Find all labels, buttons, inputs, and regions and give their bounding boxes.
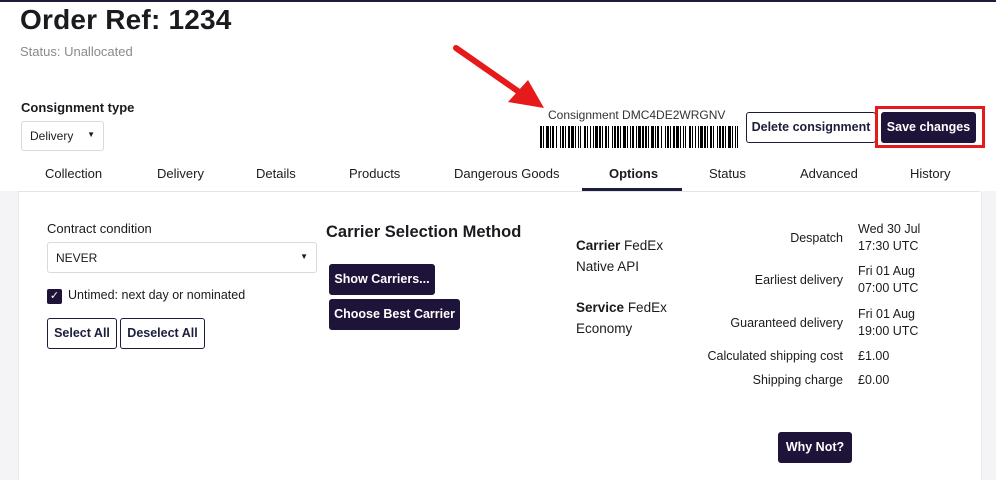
tab-products[interactable]: Products — [349, 166, 400, 181]
earliest-delivery-value: Fri 01 Aug 07:00 UTC — [858, 263, 918, 297]
service-info: Service FedEx Economy — [576, 297, 691, 339]
save-changes-button[interactable]: Save changes — [881, 112, 976, 143]
untimed-checkbox[interactable]: ✓ — [47, 289, 62, 304]
tab-history[interactable]: History — [910, 166, 950, 181]
carrier-info: Carrier FedEx Native API — [576, 235, 691, 277]
despatch-date: Wed 30 Jul — [858, 222, 921, 236]
caret-down-icon: ▼ — [87, 130, 95, 139]
consignment-id-label: Consignment DMC4DE2WRGNV — [548, 108, 726, 122]
service-label: Service — [576, 300, 625, 315]
select-all-button[interactable]: Select All — [47, 318, 117, 349]
earliest-delivery-time: 07:00 UTC — [858, 281, 919, 295]
guaranteed-delivery-value: Fri 01 Aug 19:00 UTC — [858, 306, 918, 340]
earliest-delivery-date: Fri 01 Aug — [858, 264, 915, 278]
despatch-label: Despatch — [790, 231, 843, 245]
red-arrow-annotation — [453, 45, 544, 108]
shipping-charge-value: £0.00 — [858, 373, 890, 387]
show-carriers-button[interactable]: Show Carriers... — [329, 264, 435, 295]
consignment-type-label: Consignment type — [21, 100, 135, 115]
tab-bar: Collection Delivery Details Products Dan… — [18, 158, 980, 192]
why-not-button[interactable]: Why Not? — [778, 432, 852, 463]
tab-status[interactable]: Status — [709, 166, 746, 181]
delete-consignment-button[interactable]: Delete consignment — [746, 112, 876, 143]
deselect-all-button[interactable]: Deselect All — [120, 318, 205, 349]
carrier-label: Carrier — [576, 238, 621, 253]
contract-condition-value: NEVER — [56, 251, 98, 265]
checkmark-icon: ✓ — [49, 290, 60, 302]
consignment-type-select[interactable]: Delivery ▼ — [21, 121, 104, 151]
guaranteed-delivery-date: Fri 01 Aug — [858, 307, 915, 321]
caret-down-icon: ▼ — [300, 252, 308, 261]
consignment-type-value: Delivery — [30, 129, 74, 143]
tab-delivery[interactable]: Delivery — [157, 166, 204, 181]
contract-condition-label: Contract condition — [47, 221, 152, 236]
tab-collection[interactable]: Collection — [45, 166, 102, 181]
calculated-shipping-cost-value: £1.00 — [858, 349, 890, 363]
guaranteed-delivery-label: Guaranteed delivery — [730, 316, 843, 330]
page-background-right — [980, 191, 996, 480]
calculated-shipping-cost-label: Calculated shipping cost — [707, 349, 844, 363]
despatch-value: Wed 30 Jul 17:30 UTC — [858, 221, 920, 255]
earliest-delivery-label: Earliest delivery — [754, 273, 843, 287]
carrier-selection-title: Carrier Selection Method — [326, 223, 522, 241]
tab-details[interactable]: Details — [256, 166, 296, 181]
page-title: Order Ref: 1234 — [20, 4, 232, 35]
contract-condition-select[interactable]: NEVER ▼ — [47, 242, 317, 273]
consignment-barcode — [540, 126, 738, 148]
tab-dangerous-goods[interactable]: Dangerous Goods — [454, 166, 560, 181]
tab-options[interactable]: Options — [609, 166, 658, 181]
untimed-checkbox-label: Untimed: next day or nominated — [68, 288, 246, 302]
order-status: Status: Unallocated — [20, 44, 133, 59]
choose-best-carrier-button[interactable]: Choose Best Carrier — [329, 299, 460, 330]
active-tab-indicator — [582, 188, 682, 191]
page-background-left — [0, 191, 18, 480]
despatch-time: 17:30 UTC — [858, 239, 919, 253]
tab-advanced[interactable]: Advanced — [800, 166, 858, 181]
guaranteed-delivery-time: 19:00 UTC — [858, 324, 919, 338]
shipping-charge-label: Shipping charge — [752, 373, 843, 387]
